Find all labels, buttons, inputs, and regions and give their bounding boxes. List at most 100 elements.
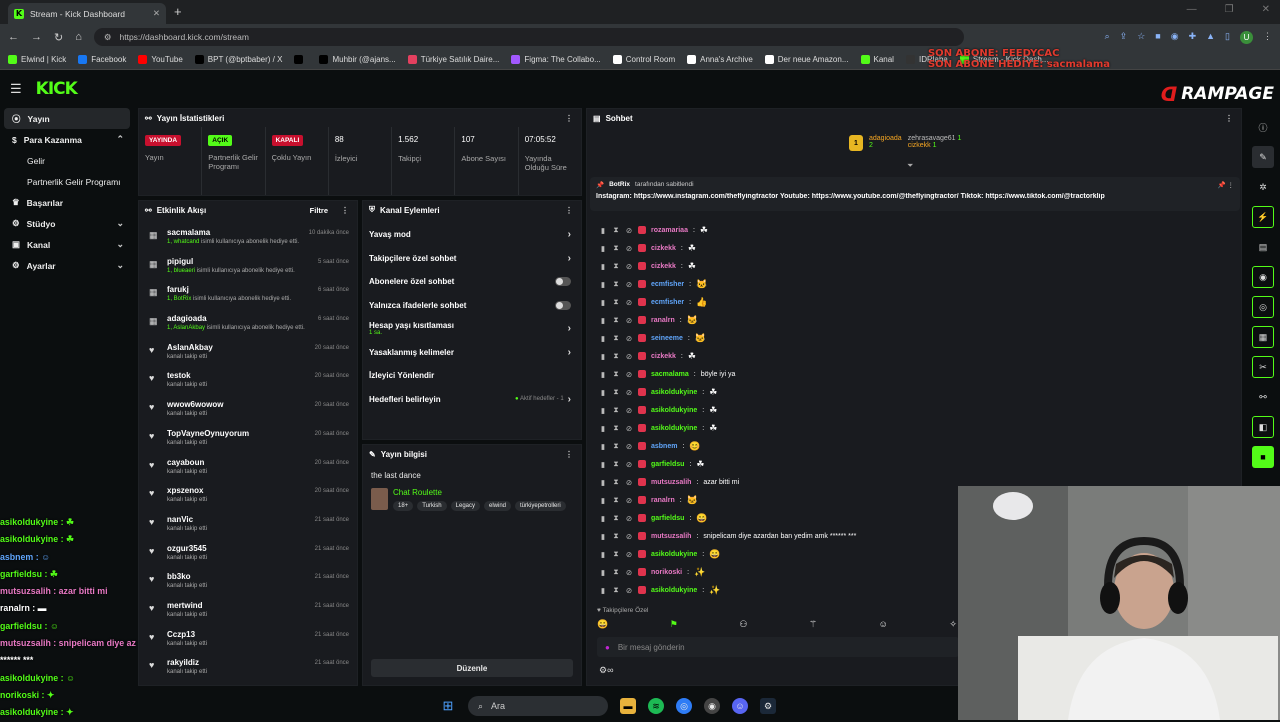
chevron-right-icon[interactable]: ›: [568, 347, 571, 358]
sidebar-item[interactable]: ⚙ Stüdyo ⌄: [0, 213, 134, 234]
emote-icon[interactable]: 😀: [597, 619, 608, 630]
trash-icon[interactable]: ▮: [599, 280, 607, 289]
timeout-icon[interactable]: ⧗: [612, 261, 620, 271]
activity-user[interactable]: nanVic: [167, 515, 207, 524]
activity-user[interactable]: bb3ko: [167, 572, 207, 581]
chat-username[interactable]: seineeme: [651, 335, 683, 342]
channel-action[interactable]: Yalnızca ifadelerle sohbet: [363, 294, 581, 318]
bookmark-item[interactable]: Facebook: [78, 55, 126, 64]
tag-pill[interactable]: Legacy: [450, 501, 480, 511]
ban-icon[interactable]: ⊘: [625, 316, 633, 325]
activity-item[interactable]: ♥ nanVic kanalı takip etti 21 saat önce: [139, 512, 357, 541]
bookmark-item[interactable]: Kanal: [860, 55, 894, 64]
gifter-name[interactable]: cizkekk: [908, 142, 931, 149]
more-icon[interactable]: ⋮: [565, 206, 573, 215]
chat-username[interactable]: cizkekk: [651, 263, 676, 270]
trash-icon[interactable]: ▮: [599, 442, 607, 451]
sidebar-item[interactable]: ⚙ Ayarlar ⌄: [0, 255, 134, 276]
new-tab-button[interactable]: +: [174, 4, 182, 19]
chat-username[interactable]: rozamariaa: [651, 227, 688, 234]
chevron-icon[interactable]: ⌄: [116, 239, 124, 250]
ban-icon[interactable]: ⊘: [625, 568, 633, 577]
trash-icon[interactable]: ▮: [599, 532, 607, 541]
chat-username[interactable]: asikoldukyine: [651, 551, 697, 558]
ban-icon[interactable]: ⊘: [625, 550, 633, 559]
activity-item[interactable]: ▦ adagioada 1, AslanAkbay isimli kullanıcı…: [139, 311, 357, 340]
activity-item[interactable]: ▦ sacmalama 1, whatcand isimli kullanıcıya…: [139, 225, 357, 254]
timeout-icon[interactable]: ⧗: [612, 387, 620, 397]
trash-icon[interactable]: ▮: [599, 586, 607, 595]
wrench-icon[interactable]: ✂: [1252, 356, 1274, 378]
chevron-right-icon[interactable]: ›: [568, 394, 571, 405]
chat-username[interactable]: ranalrn: [651, 497, 675, 504]
chat-input[interactable]: ● Bir mesaj gönderin: [597, 637, 959, 657]
chat-username[interactable]: asikoldukyine: [651, 425, 697, 432]
activity-item[interactable]: ♥ Cczp13 kanalı takip etti 21 saat önce: [139, 627, 357, 656]
chat-username[interactable]: ecmfisher: [651, 281, 684, 288]
trash-icon[interactable]: ▮: [599, 514, 607, 523]
forward-icon[interactable]: →: [31, 31, 42, 43]
activity-item[interactable]: ♥ TopVayneOynuyorum kanalı takip etti 20 sa…: [139, 426, 357, 455]
timeout-icon[interactable]: ⧗: [612, 423, 620, 433]
sidebar-toggle-icon[interactable]: ◧: [1252, 416, 1274, 438]
activity-user[interactable]: testok: [167, 371, 207, 380]
trash-icon[interactable]: ▮: [599, 352, 607, 361]
activity-item[interactable]: ♥ cayaboun kanalı takip etti 20 saat önce: [139, 455, 357, 484]
chevron-right-icon[interactable]: ›: [568, 229, 571, 240]
trash-icon[interactable]: ▮: [599, 244, 607, 253]
chat-username[interactable]: ecmfisher: [651, 299, 684, 306]
sidebar-item[interactable]: $ Para Kazanma ⌃: [0, 129, 134, 150]
channel-action[interactable]: Hesap yaşı kısıtlaması 1 sa. ›: [363, 317, 581, 341]
mic-icon[interactable]: ●: [605, 643, 610, 652]
edit-button[interactable]: Düzenle: [371, 659, 573, 677]
timeout-icon[interactable]: ⧗: [612, 351, 620, 361]
timeout-icon[interactable]: ⧗: [612, 243, 620, 253]
share-icon[interactable]: ⇪: [1120, 31, 1128, 44]
ban-icon[interactable]: ⊘: [625, 352, 633, 361]
chat-bubble-icon[interactable]: ◉: [1252, 266, 1274, 288]
bookmark-item[interactable]: Türkiye Satılık Daire...: [407, 55, 499, 64]
chat-username[interactable]: cizkekk: [651, 245, 676, 252]
ban-icon[interactable]: ⊘: [625, 424, 633, 433]
unpin-icon[interactable]: 📌 ⋮: [1218, 181, 1234, 189]
activity-user[interactable]: cayaboun: [167, 458, 207, 467]
zoom-icon[interactable]: ⌕: [1105, 31, 1110, 44]
file-explorer-icon[interactable]: ▬: [620, 698, 636, 714]
timeout-icon[interactable]: ⧗: [612, 495, 620, 505]
trash-icon[interactable]: ▮: [599, 298, 607, 307]
timeout-icon[interactable]: ⧗: [612, 585, 620, 595]
menu-icon[interactable]: ⋮: [1263, 31, 1272, 44]
ban-icon[interactable]: ⊘: [625, 478, 633, 487]
chat-username[interactable]: asikoldukyine: [651, 389, 697, 396]
category-thumbnail[interactable]: [371, 488, 388, 510]
tag-pill[interactable]: türkiyepetrolleri: [515, 501, 566, 511]
activity-item[interactable]: ♥ AslanAkbay kanalı takip etti 20 saat önce: [139, 340, 357, 369]
clip-icon[interactable]: ■: [1252, 446, 1274, 468]
extension-icon[interactable]: ◉: [1171, 31, 1179, 44]
trash-icon[interactable]: ▮: [599, 334, 607, 343]
activity-user[interactable]: wwow6wowow: [167, 400, 223, 409]
extension-icon[interactable]: ▲: [1206, 31, 1215, 44]
bookmark-item[interactable]: Der neue Amazon...: [764, 55, 849, 64]
timeout-icon[interactable]: ⧗: [612, 441, 620, 451]
trash-icon[interactable]: ▮: [599, 496, 607, 505]
sidebar-item[interactable]: Partnerlik Gelir Programı: [0, 171, 134, 192]
toggle-switch[interactable]: [555, 277, 571, 287]
close-window-icon[interactable]: ✕: [1262, 4, 1270, 15]
trash-icon[interactable]: ▮: [599, 460, 607, 469]
activity-item[interactable]: ▦ farukj 1, BotRix isimli kullanıcıya abon…: [139, 282, 357, 311]
trash-icon[interactable]: ▮: [599, 406, 607, 415]
ban-icon[interactable]: ⊘: [625, 280, 633, 289]
ban-icon[interactable]: ⊘: [625, 514, 633, 523]
expand-gifters-icon[interactable]: ⏷: [907, 161, 913, 171]
sidebar-item[interactable]: ▣ Kanal ⌄: [0, 234, 134, 255]
chevron-icon[interactable]: ⌃: [116, 134, 124, 145]
trash-icon[interactable]: ▮: [599, 370, 607, 379]
info-icon[interactable]: ⓘ: [1252, 116, 1274, 138]
profile-avatar[interactable]: U: [1240, 30, 1253, 44]
close-tab-icon[interactable]: ✕: [153, 8, 160, 19]
channel-action[interactable]: Yavaş mod ›: [363, 223, 581, 247]
bookmark-item[interactable]: BPT (@bptbaber) / X: [194, 55, 282, 64]
pinned-message[interactable]: 📌 BotRix tarafından sabitlendi 📌 ⋮ Insta…: [590, 177, 1240, 211]
emote-icon[interactable]: ☺: [879, 619, 888, 630]
